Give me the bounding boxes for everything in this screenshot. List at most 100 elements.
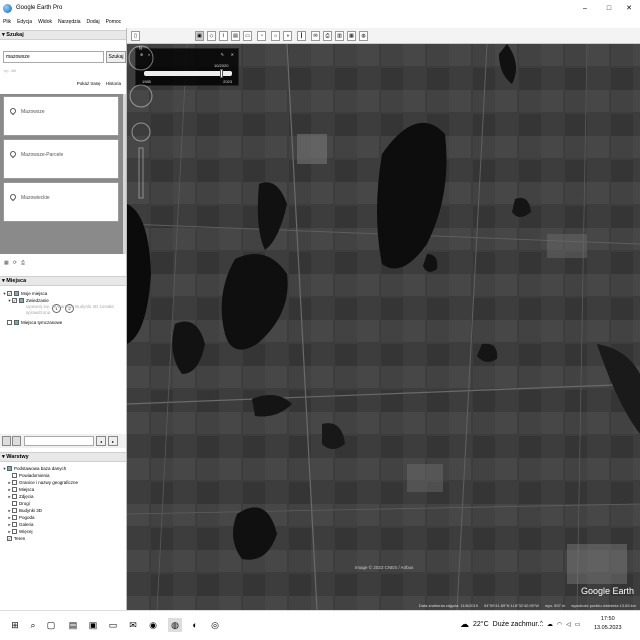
layer-item[interactable]: Teren [2, 535, 126, 542]
layer-item[interactable]: ▸ Więcej [2, 528, 126, 535]
layer-item[interactable]: ▸ Zdjęcia [2, 493, 126, 500]
clock[interactable]: 17:50 13.05.2023 [594, 615, 622, 633]
route-link[interactable]: Pokaż trasę [77, 81, 101, 86]
time-slider-thumb[interactable] [220, 69, 223, 78]
file-explorer-icon[interactable]: ▭ [106, 618, 120, 632]
wifi-icon[interactable]: ◠ [557, 621, 562, 628]
checkbox[interactable] [12, 522, 17, 527]
system-tray: ^ ☁ ◠ ◁ ▭ [540, 621, 580, 628]
app-icon[interactable]: ◎ [208, 618, 222, 632]
checkbox[interactable] [12, 501, 17, 506]
planet-icon[interactable]: ◑ [283, 31, 292, 41]
imagery-date: Data zrobienia zdjęcia: 11/6/2019 [418, 602, 478, 608]
layer-item[interactable]: ▸ Pogoda [2, 514, 126, 521]
checkbox[interactable] [12, 480, 17, 485]
layer-item[interactable]: Powiadomienia [2, 472, 126, 479]
search-input[interactable]: mazowsze [3, 51, 104, 63]
places-panel-header[interactable]: ▾ Miejsca [0, 276, 126, 286]
checkbox[interactable] [12, 529, 17, 534]
maximize-button[interactable]: □ [598, 0, 620, 16]
search-result[interactable]: Mazowieckie [3, 182, 119, 222]
print-icon[interactable]: ⎙ [21, 260, 25, 266]
ruler-icon[interactable]: ┃ [297, 31, 306, 41]
widgets-icon[interactable]: ▤ [66, 618, 80, 632]
menu-view[interactable]: Widok [38, 19, 52, 25]
history-icon[interactable]: ◔ [257, 31, 266, 41]
view-toggle-button[interactable] [2, 436, 11, 446]
overlay-tool-icon[interactable]: ▤ [231, 31, 240, 41]
search-hint: np. 4th [4, 68, 17, 73]
email-icon[interactable]: ✉ [311, 31, 320, 41]
search-panel-header[interactable]: ▾ Szukaj [0, 30, 126, 40]
previous-arrow-icon[interactable]: ◂ [96, 436, 106, 446]
tree-item-temporary-places[interactable]: Miejsca tymczasowe [2, 319, 126, 326]
tour-close-icon[interactable]: ✕ [231, 52, 234, 57]
earth-view-icon[interactable]: ◍ [359, 31, 368, 41]
polygon-tool-icon[interactable]: ◇ [207, 31, 216, 41]
menu-help[interactable]: Pomoc [106, 19, 122, 25]
checkbox[interactable] [7, 320, 12, 325]
google-earth-task-icon[interactable]: ◍ [168, 618, 182, 632]
weather-widget[interactable]: ☁ 22°C Duże zachmur... [460, 619, 543, 630]
search-icon[interactable]: ⌕ [26, 618, 40, 632]
layer-item[interactable]: ▸ Miejsca [2, 486, 126, 493]
chevron-up-icon[interactable]: ^ [540, 621, 543, 628]
pin-icon[interactable]: ✎ [221, 52, 224, 57]
next-arrow-icon[interactable]: ▸ [108, 436, 118, 446]
places-filter-input[interactable] [24, 436, 94, 446]
volume-icon[interactable]: ◁ [566, 621, 571, 628]
chat-icon[interactable]: ▣ [86, 618, 100, 632]
path-tool-icon[interactable]: ⌇ [219, 31, 228, 41]
view-toggle-button[interactable] [12, 436, 21, 446]
layer-item[interactable]: ▾ Podstawowa baza danych [2, 465, 126, 472]
menu-file[interactable]: Plik [3, 19, 11, 25]
layers-panel-header[interactable]: ▾ Warstwy [0, 452, 126, 462]
checkbox[interactable] [12, 494, 17, 499]
time-slider-track[interactable] [144, 71, 232, 76]
add-icon[interactable]: ▦ [4, 260, 9, 266]
layer-item[interactable]: ▸ Budynki 3D [2, 507, 126, 514]
history-link[interactable]: Historia [106, 81, 121, 86]
layer-item[interactable]: Drogi [2, 500, 126, 507]
print-toolbar-icon[interactable]: ⎙ [323, 31, 332, 41]
tree-item-my-places[interactable]: ▾Moje miejsca [2, 290, 126, 297]
navigation-controls[interactable]: N [127, 44, 155, 204]
maps-icon[interactable]: ▦ [347, 31, 356, 41]
checkbox[interactable] [12, 487, 17, 492]
checkbox[interactable] [12, 297, 17, 304]
search-result[interactable]: Mazowsze [3, 96, 119, 136]
checkbox[interactable] [7, 535, 12, 542]
close-button[interactable]: ✕ [618, 0, 640, 16]
menu-edit[interactable]: Edycja [17, 19, 32, 25]
mail-icon[interactable]: ✉ [126, 618, 140, 632]
task-view-icon[interactable]: ▢ [44, 618, 58, 632]
tree-item-sightseeing[interactable]: ▾Zwiedzanie [2, 297, 126, 304]
menu-bar: Plik Edycja Widok Narzędzia Dodaj Pomoc [0, 16, 640, 28]
layer-item[interactable]: ▸ Galeria [2, 521, 126, 528]
minimize-button[interactable]: – [574, 0, 596, 16]
placemark-tool-icon[interactable]: ▣ [195, 31, 204, 41]
results-scrollbar[interactable] [123, 94, 126, 254]
checkbox[interactable] [12, 508, 17, 513]
layer-item[interactable]: ▸ Granice i nazwy geograficzne [2, 479, 126, 486]
map-view[interactable]: ⊕ ⌕ ✎ ✕ 10/2020 1985 2023 N Image © 2023… [127, 44, 640, 610]
checkbox[interactable] [12, 473, 17, 478]
sidebar-toggle-icon[interactable]: ▯ [131, 31, 140, 41]
menu-tools[interactable]: Narzędzia [58, 19, 81, 25]
checkbox[interactable] [7, 290, 12, 297]
refresh-icon[interactable]: ⟳ [13, 260, 17, 266]
sun-icon[interactable]: ☼ [271, 31, 280, 41]
menu-add[interactable]: Dodaj [87, 19, 100, 25]
save-image-icon[interactable]: ▥ [335, 31, 344, 41]
chrome-icon[interactable]: ◉ [146, 618, 160, 632]
app-icon[interactable]: ◐ [188, 618, 202, 632]
onedrive-icon[interactable]: ☁ [547, 621, 553, 628]
checkbox[interactable] [12, 515, 17, 520]
search-button[interactable]: Szukaj [106, 51, 126, 63]
tour-record-icon[interactable]: ▭ [243, 31, 252, 41]
battery-icon[interactable]: ▭ [575, 621, 581, 628]
windows-start-icon[interactable]: ⊞ [8, 618, 22, 632]
search-result[interactable]: Mazowsze-Parcele [3, 139, 119, 179]
time: 17:50 [600, 616, 615, 622]
cloud-icon: ☁ [460, 619, 469, 629]
